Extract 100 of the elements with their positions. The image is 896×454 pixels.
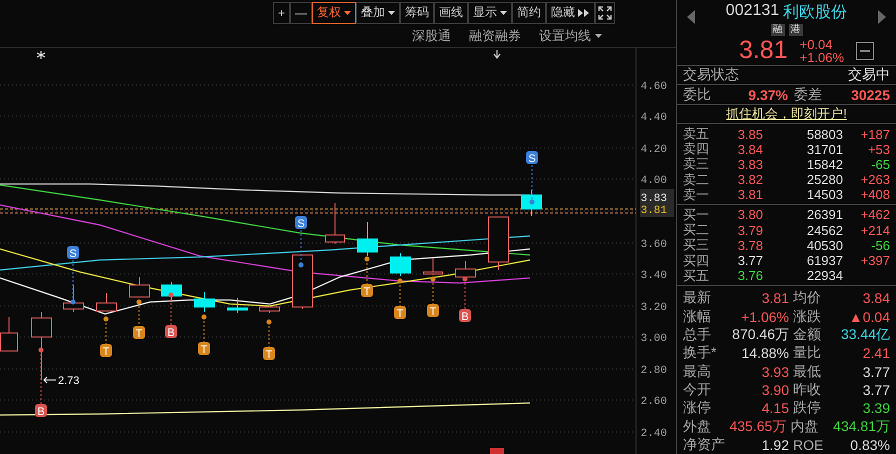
toolbar-button[interactable]: + <box>273 2 290 24</box>
order-price: 3.83 <box>736 156 763 172</box>
stat-value: 3.93 <box>760 364 789 380</box>
stat-value: 14.88% <box>740 345 789 362</box>
toolbar-button[interactable]: — <box>290 2 312 24</box>
order-price: 3.78 <box>736 238 763 253</box>
stat-value: 33.44亿 <box>840 326 890 344</box>
field-value: 9.37% <box>747 86 788 103</box>
axis-label: 3.00 <box>640 333 667 345</box>
order-price: 3.77 <box>736 253 763 268</box>
order-volume: 40530 <box>806 238 843 253</box>
candlestick <box>194 292 215 312</box>
current-price: 3.81 <box>738 36 788 65</box>
order-change: -65 <box>870 156 890 172</box>
leader-line <box>364 256 370 284</box>
stat-value: 3.77 <box>862 382 890 398</box>
fullscreen-button[interactable] <box>595 2 616 24</box>
stat-value: 3.77 <box>862 364 890 380</box>
order-volume: 31701 <box>806 142 843 157</box>
axis-label: 3.20 <box>640 302 667 314</box>
toolbar-button[interactable]: 显示 <box>468 2 512 24</box>
signal-marker: B <box>459 309 471 323</box>
order-volume: 24562 <box>806 222 843 238</box>
price-change: +0.04 <box>800 38 834 50</box>
signal-marker: B <box>35 404 47 418</box>
arrow-icon <box>43 376 56 384</box>
stat-value: +1.06% <box>740 308 789 325</box>
next-icon[interactable] <box>878 10 886 24</box>
stock-name: 利欧股份 <box>783 2 848 23</box>
candlestick <box>227 298 248 314</box>
leader-line <box>202 314 206 342</box>
leader-line <box>136 300 142 326</box>
stat-label: 今开 <box>683 380 712 399</box>
order-level: 卖二 <box>683 170 710 188</box>
candlestick <box>63 284 84 312</box>
order-change: +263 <box>860 172 890 188</box>
toolbar-button[interactable]: 叠加 <box>356 2 400 24</box>
leader-line <box>168 292 174 326</box>
stat-label: 最新 <box>683 289 712 308</box>
toolbar-button[interactable]: 画线 <box>434 2 468 24</box>
order-price: 3.80 <box>736 207 763 222</box>
order-level: 卖三 <box>683 155 710 173</box>
tag: 港 <box>788 24 802 36</box>
caret-icon <box>500 10 508 14</box>
axis-label: 2.40 <box>640 428 667 440</box>
chart-link[interactable]: 深股通 <box>412 27 451 45</box>
caret-icon <box>595 34 602 38</box>
stat-value: 4.15 <box>760 400 789 416</box>
order-volume: 58803 <box>806 126 843 142</box>
axis-label: 4.20 <box>640 144 667 156</box>
candlestick <box>96 292 117 312</box>
order-price: 3.84 <box>736 142 763 157</box>
previous-icon[interactable] <box>687 10 695 24</box>
stat-label: 均价 <box>793 289 822 308</box>
order-volume: 61937 <box>806 253 843 268</box>
arrow-down-icon <box>493 49 501 59</box>
leader-line <box>298 230 304 268</box>
stat-value: 2.41 <box>862 345 890 362</box>
toolbar-button[interactable]: 筹码 <box>400 2 434 24</box>
candlestick <box>31 312 52 380</box>
order-volume: 26391 <box>806 207 843 222</box>
field-label: 交易状态 <box>683 66 739 84</box>
stat-label: 跌停 <box>793 399 822 418</box>
caret-icon <box>388 10 396 14</box>
stat-label: 量比 <box>793 344 822 362</box>
chart-link[interactable]: 融资融券 <box>469 27 521 45</box>
candlestick <box>488 216 509 270</box>
candlestick <box>161 282 182 302</box>
stat-label: ROE <box>793 436 824 453</box>
signal-marker: S <box>67 246 79 260</box>
stat-label: 总手 <box>683 326 712 344</box>
toolbar-button[interactable]: 隐藏 <box>546 2 596 24</box>
candlestick <box>129 276 150 298</box>
stat-value: 1.92 <box>760 436 789 453</box>
stat-label: 涨幅 <box>683 308 712 326</box>
signal-marker: T <box>133 326 145 340</box>
order-level: 买三 <box>683 236 710 254</box>
leader-line <box>462 276 468 310</box>
signal-marker: S <box>526 151 538 165</box>
signal-marker: T <box>361 284 373 298</box>
price-label: 2.73 <box>58 375 80 387</box>
stat-label: 净资产 <box>683 436 726 454</box>
order-level: 买一 <box>683 206 710 224</box>
stat-value: 434.81万 <box>833 418 890 436</box>
order-change: +408 <box>860 187 890 202</box>
order-level: 卖五 <box>683 125 710 142</box>
toolbar-button[interactable]: 简约 <box>512 2 546 24</box>
marker-icon <box>490 448 504 454</box>
leader-line <box>430 276 436 304</box>
candlestick <box>357 222 378 256</box>
order-level: 卖一 <box>683 186 710 204</box>
toolbar-button[interactable]: 复权 <box>312 2 356 24</box>
caret-icon <box>344 10 352 14</box>
stock-code: 002131 <box>726 2 780 21</box>
collapse-icon[interactable] <box>856 42 874 60</box>
promo-link[interactable]: 抓住机会，即刻开户! <box>726 105 847 124</box>
field-value: 30225 <box>850 86 890 103</box>
stat-value: 3.90 <box>760 382 789 398</box>
price-tag: 3.81 <box>640 205 667 217</box>
chart-link[interactable]: 设置均线 <box>539 27 602 45</box>
